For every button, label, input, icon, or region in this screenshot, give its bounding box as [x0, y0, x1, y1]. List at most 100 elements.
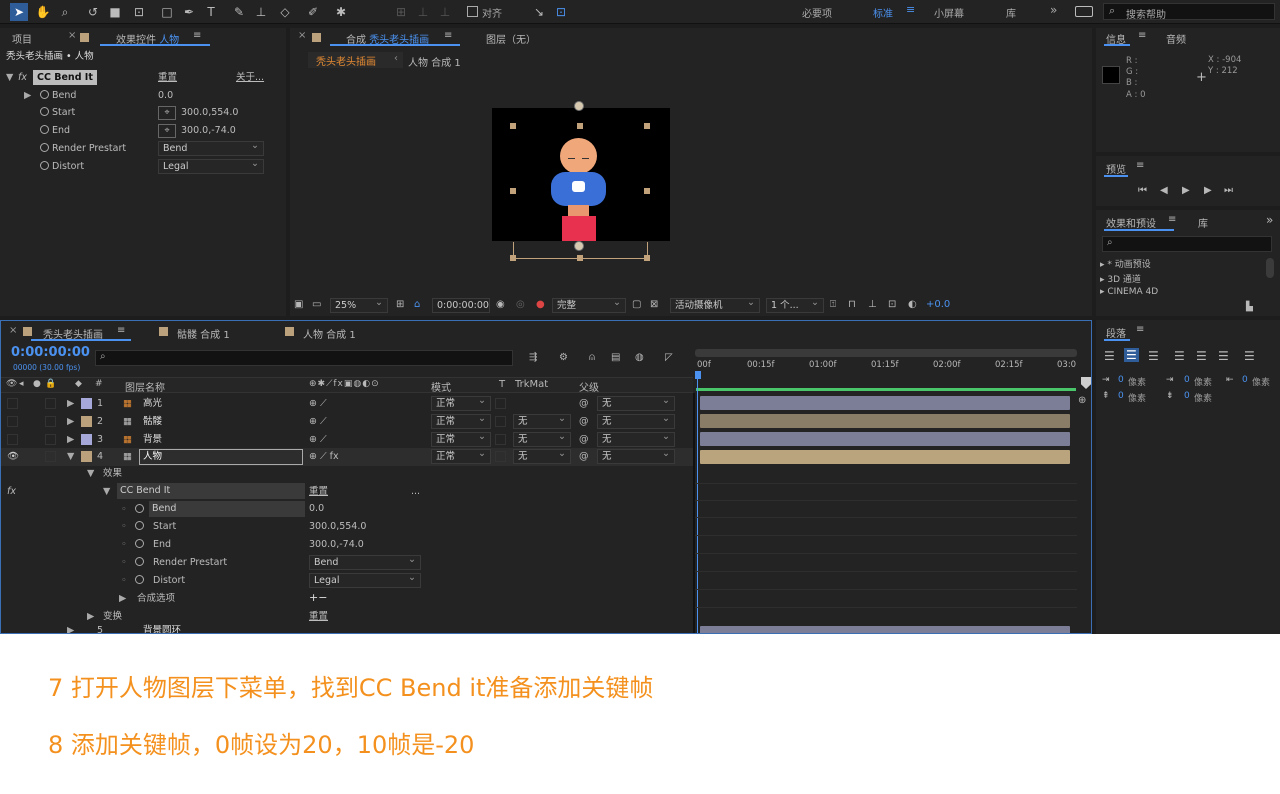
indent-right-value[interactable]: 0	[1242, 375, 1248, 385]
switches-icon[interactable]: ⊕✱⟋fx▣◍◐⊙	[309, 379, 380, 389]
layer-name[interactable]: 骷髅	[143, 413, 162, 430]
fx-icon[interactable]: fx	[7, 483, 16, 500]
resolution-select[interactable]: 完整	[552, 296, 626, 313]
about-link[interactable]: 关于...	[236, 69, 264, 86]
effects-item-3d-channel[interactable]: ▸ 3D 通道	[1100, 272, 1141, 285]
text-tool-icon[interactable]: T	[202, 3, 220, 21]
pickwhip-icon[interactable]: @	[579, 431, 589, 448]
lock-toggle[interactable]	[45, 434, 56, 445]
lock-toggle[interactable]	[45, 451, 56, 462]
align-center-icon[interactable]: ☰	[1124, 348, 1139, 362]
effect-more-link[interactable]: ...	[411, 483, 420, 500]
crosshair-point-icon[interactable]: ⌖	[158, 124, 176, 138]
effects-search-input[interactable]: ⌕	[1102, 236, 1272, 252]
label-color[interactable]	[81, 434, 92, 445]
eraser-tool-icon[interactable]: ◇	[276, 3, 294, 21]
timeline-effect-name[interactable]: CC Bend It	[117, 483, 305, 499]
label-icon[interactable]: ◆	[75, 379, 82, 389]
panel-menu-icon[interactable]: ≡	[444, 30, 452, 41]
timeline-end-value[interactable]: 300.0,-74.0	[309, 536, 364, 553]
roto-brush-tool-icon[interactable]: ✐	[304, 3, 322, 21]
collapse-icon[interactable]: ▼	[103, 483, 110, 500]
toggle-pixel-aspect-icon[interactable]: ⍐	[830, 299, 836, 310]
play-icon[interactable]: ▶	[1182, 185, 1190, 196]
always-preview-icon[interactable]: ▣	[294, 299, 303, 310]
pen-tool-icon[interactable]: ✒	[180, 3, 198, 21]
reset-exposure-icon[interactable]: ◐	[908, 299, 917, 310]
stopwatch-icon[interactable]	[40, 125, 49, 134]
switches[interactable]: ⊕ ⟋ fx	[309, 448, 339, 465]
layer-handle[interactable]	[644, 123, 650, 129]
workspace-standard[interactable]: 标准	[873, 5, 893, 20]
close-icon[interactable]: ×	[298, 30, 306, 41]
timeline-render-prestart-select[interactable]: Bend	[309, 553, 421, 570]
local-axis-icon[interactable]: ⊞	[392, 3, 410, 21]
label-color[interactable]	[81, 416, 92, 427]
label-color[interactable]	[81, 398, 92, 409]
timeline-reset-link[interactable]: 重置	[309, 483, 328, 500]
timeline-icon[interactable]: ⊥	[868, 299, 877, 310]
lock-toggle[interactable]	[45, 398, 56, 409]
expand-icon[interactable]: ▶	[119, 590, 126, 607]
end-value[interactable]: 300.0,-74.0	[181, 122, 236, 139]
tab-project[interactable]: 项目	[12, 31, 32, 46]
bend-value[interactable]: 0.0	[158, 87, 173, 104]
stopwatch-icon[interactable]	[135, 554, 144, 571]
layer-search-input[interactable]: ⌕	[95, 350, 513, 366]
layer-row-5[interactable]: ▶ 5 背景圆环	[1, 626, 693, 634]
panel-menu-icon[interactable]: ≡	[117, 325, 125, 336]
expand-icon[interactable]: ▶	[67, 626, 74, 634]
collapse-icon[interactable]: ▼	[87, 465, 94, 482]
rotate-tool-icon[interactable]: ↺	[84, 3, 102, 21]
effects-item-animation-presets[interactable]: ▸ * 动画预设	[1100, 257, 1151, 270]
timeline-start-value[interactable]: 300.0,554.0	[309, 518, 366, 535]
transform-reset-link[interactable]: 重置	[309, 608, 328, 625]
color-channels-icon[interactable]: ●	[536, 299, 545, 310]
comp-mini-flowchart-icon[interactable]: ⇶	[529, 352, 537, 363]
blend-mode-select[interactable]: 正常	[431, 394, 491, 411]
help-search-input[interactable]: 搜索帮助	[1103, 3, 1275, 21]
stopwatch-icon[interactable]	[40, 90, 49, 99]
current-time-display[interactable]: 0:00:00:00	[432, 298, 490, 313]
label-color[interactable]	[81, 451, 92, 462]
layer-name[interactable]: 高光	[143, 395, 162, 412]
close-icon[interactable]: ×	[68, 30, 76, 41]
tab-timeline-skull[interactable]: 骷髅 合成 1	[177, 326, 230, 341]
brush-tool-icon[interactable]: ✎	[230, 3, 248, 21]
pickwhip-icon[interactable]: @	[579, 413, 589, 430]
panel-menu-icon[interactable]: ≡	[193, 30, 201, 41]
expand-icon[interactable]: ▶	[67, 431, 74, 448]
layer-row-1[interactable]: ▶ 1 ▦ 高光 ⊕ ⟋ 正常 @ 无	[1, 394, 693, 412]
visibility-toggle[interactable]	[7, 434, 18, 445]
effects-presets-title[interactable]: 效果和预设	[1106, 215, 1156, 230]
solo-icon[interactable]: ●	[33, 379, 41, 389]
space-before-icon[interactable]: ⇞	[1102, 391, 1110, 401]
crosshair-point-icon[interactable]: ⌖	[158, 106, 176, 120]
parent-select[interactable]: 无	[597, 412, 675, 429]
layer-name[interactable]: 背景	[143, 431, 162, 448]
workspace-libraries[interactable]: 库	[1006, 5, 1016, 20]
layer-handle[interactable]	[577, 123, 583, 129]
blend-mode-select[interactable]: 正常	[431, 447, 491, 464]
zoom-tool-icon[interactable]: ⌕	[56, 3, 74, 21]
expand-icon[interactable]: ▶	[24, 87, 31, 104]
breadcrumb-child[interactable]: 人物 合成 1	[408, 54, 461, 69]
expand-icon[interactable]: ▶	[87, 608, 94, 625]
world-axis-icon[interactable]: ⊥	[414, 3, 432, 21]
stopwatch-icon[interactable]	[135, 518, 144, 535]
collapse-icon[interactable]: ▼	[6, 69, 13, 86]
workspace-essentials[interactable]: 必要项	[802, 5, 832, 20]
expand-icon[interactable]: ▶	[67, 413, 74, 430]
exposure-value[interactable]: +0.0	[926, 299, 950, 310]
justify-right-icon[interactable]: ☰	[1218, 349, 1229, 363]
indent-right-icon[interactable]: ⇤	[1226, 375, 1234, 385]
visibility-toggle[interactable]	[7, 398, 18, 409]
fx-icon[interactable]: fx	[18, 69, 27, 86]
snap-icon[interactable]: ↘	[530, 3, 548, 21]
region-of-interest-icon[interactable]: ▢	[632, 299, 641, 310]
effect-end-point-handle[interactable]	[574, 101, 584, 111]
effect-name[interactable]: CC Bend It	[33, 70, 97, 85]
rectangle-tool-icon[interactable]: □	[158, 3, 176, 21]
reset-link[interactable]: 重置	[158, 69, 177, 86]
visibility-toggle[interactable]	[7, 416, 18, 427]
